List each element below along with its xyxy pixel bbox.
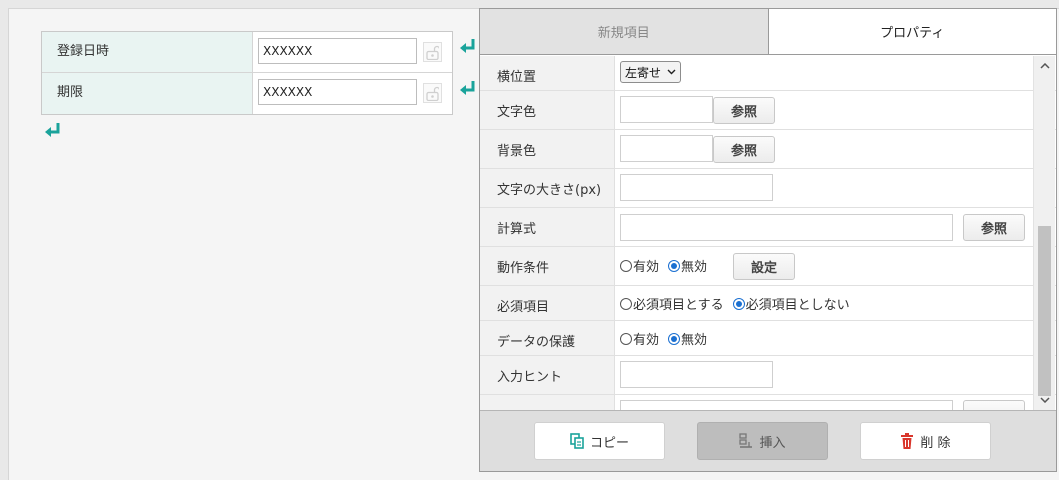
registration-date-field[interactable]: XXXXXX: [258, 38, 417, 64]
vertical-scrollbar[interactable]: [1033, 56, 1055, 410]
prop-row-h-position: 横位置 左寄せ: [480, 56, 1056, 91]
prop-label: [480, 395, 615, 410]
action-condition-settings-button[interactable]: 設定: [733, 253, 795, 280]
radio-selected-icon: [668, 259, 681, 272]
radio-selected-icon: [732, 297, 745, 310]
form-label: 登録日時: [42, 32, 253, 72]
text-color-field[interactable]: [620, 96, 713, 123]
protection-disabled-radio[interactable]: 無効: [668, 329, 707, 348]
prop-row-text-color: 文字色 参照: [480, 91, 1056, 130]
protection-radio-group: 有効 無効: [620, 329, 716, 348]
h-position-select[interactable]: 左寄せ: [620, 61, 682, 83]
required-yes-radio[interactable]: 必須項目とする: [620, 294, 724, 313]
prop-row-bg-color: 背景色 参照: [480, 130, 1056, 169]
prop-row-protection: データの保護 有効 無効: [480, 321, 1056, 356]
radio-selected-icon: [668, 332, 681, 345]
panel-tabs: 新規項目 プロパティ: [480, 9, 1056, 55]
properties-panel: 新規項目 プロパティ 横位置 左寄せ 文字色 参照 背景色 参照 文字の大きさ(…: [479, 8, 1057, 472]
property-list[interactable]: 横位置 左寄せ 文字色 参照 背景色 参照 文字の大きさ(px) 計算式 参照 …: [480, 56, 1056, 410]
bg-color-field[interactable]: [620, 135, 713, 162]
prop-row-font-size: 文字の大きさ(px): [480, 169, 1056, 208]
prop-label: 入力ヒント: [480, 356, 615, 394]
form-table: 登録日時 XXXXXX 期限 XXXXXX: [41, 31, 453, 115]
formula-field[interactable]: [620, 214, 953, 241]
radio-icon: [620, 259, 632, 272]
partial-field[interactable]: [620, 400, 953, 410]
copy-icon: [570, 433, 584, 449]
tab-properties[interactable]: プロパティ: [768, 9, 1056, 54]
line-break-icon[interactable]: [44, 121, 62, 139]
text-color-browse-button[interactable]: 参照: [713, 97, 775, 124]
form-label: 期限: [42, 73, 253, 114]
unlock-icon[interactable]: [423, 83, 442, 103]
prop-label: 文字の大きさ(px): [480, 169, 615, 207]
input-hint-field[interactable]: [620, 361, 773, 388]
scroll-up-icon[interactable]: [1034, 58, 1055, 74]
prop-row-action-condition: 動作条件 有効 無効 設定: [480, 247, 1056, 286]
prop-label: 必須項目: [480, 286, 615, 320]
scrollbar-thumb[interactable]: [1038, 226, 1051, 396]
partial-button[interactable]: [963, 400, 1025, 410]
required-radio-group: 必須項目とする 必須項目としない: [620, 294, 859, 313]
font-size-field[interactable]: [620, 174, 773, 201]
form-row-deadline: 期限 XXXXXX: [42, 73, 452, 114]
form-cell: XXXXXX: [253, 32, 452, 72]
scroll-down-icon[interactable]: [1034, 392, 1055, 408]
insert-button[interactable]: 挿入: [697, 422, 828, 460]
prop-label: 背景色: [480, 130, 615, 168]
trash-icon: [901, 433, 914, 449]
prop-label: データの保護: [480, 321, 615, 355]
form-cell: XXXXXX: [253, 73, 452, 114]
panel-footer: コピー 挿入 削 除: [480, 410, 1056, 471]
chevron-down-icon: [667, 69, 676, 75]
insert-icon: [739, 433, 753, 448]
delete-button[interactable]: 削 除: [860, 422, 991, 460]
prop-label: 横位置: [480, 56, 615, 90]
tab-new-item[interactable]: 新規項目: [480, 9, 769, 54]
form-row-registration: 登録日時 XXXXXX: [42, 32, 452, 73]
line-break-icon[interactable]: [459, 79, 477, 97]
action-condition-radio-group: 有効 無効: [620, 256, 716, 275]
unlock-icon[interactable]: [423, 42, 442, 62]
line-break-icon[interactable]: [459, 37, 477, 55]
copy-button[interactable]: コピー: [534, 422, 665, 460]
formula-browse-button[interactable]: 参照: [963, 214, 1025, 241]
prop-label: 動作条件: [480, 247, 615, 285]
required-no-radio[interactable]: 必須項目としない: [732, 294, 850, 313]
prop-row-formula: 計算式 参照: [480, 208, 1056, 247]
radio-icon: [620, 297, 632, 310]
deadline-field[interactable]: XXXXXX: [258, 79, 417, 105]
prop-row-partial: [480, 395, 1056, 410]
prop-row-input-hint: 入力ヒント: [480, 356, 1056, 395]
radio-icon: [620, 332, 632, 345]
bg-color-browse-button[interactable]: 参照: [713, 136, 775, 163]
prop-row-required: 必須項目 必須項目とする 必須項目としない: [480, 286, 1056, 321]
action-disabled-radio[interactable]: 無効: [668, 256, 707, 275]
prop-label: 文字色: [480, 91, 615, 129]
prop-label: 計算式: [480, 208, 615, 246]
action-enabled-radio[interactable]: 有効: [620, 256, 659, 275]
protection-enabled-radio[interactable]: 有効: [620, 329, 659, 348]
